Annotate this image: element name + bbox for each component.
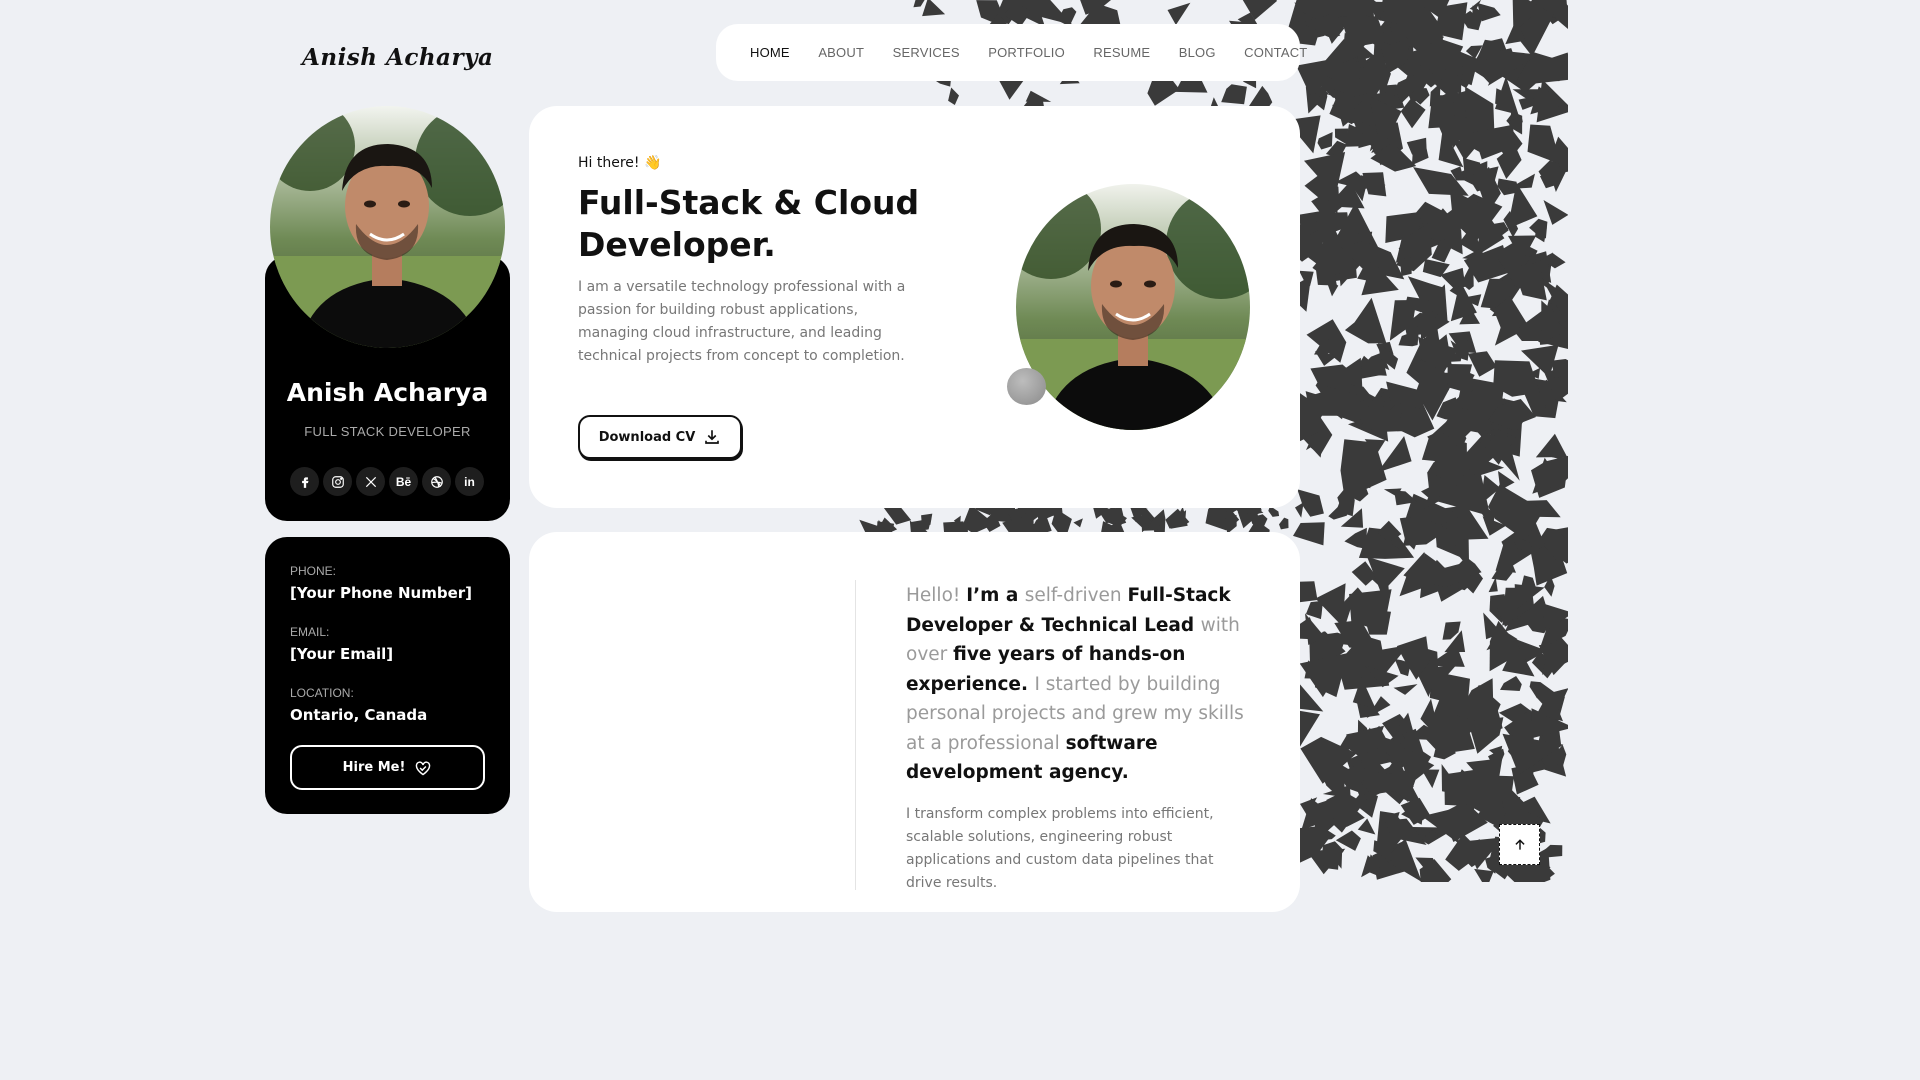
profile-name: Anish Acharya (286, 378, 489, 407)
nav-contact[interactable]: CONTACT (1244, 45, 1307, 60)
phone-label: PHONE: (290, 564, 337, 578)
download-cv-button[interactable]: Download CV (578, 415, 742, 459)
download-cv-label: Download CV (598, 429, 696, 445)
site-logo[interactable]: Anish Acharya (302, 44, 493, 71)
nav-about[interactable]: ABOUT (818, 45, 864, 60)
decorative-dot (1007, 368, 1046, 405)
instagram-icon[interactable] (323, 467, 352, 496)
main-nav: HOME ABOUT SERVICES PORTFOLIO RESUME BLO… (716, 24, 1307, 81)
about-lead-part: Hello! (906, 585, 967, 606)
greeting-text: Hi there! (578, 155, 640, 171)
nav-home[interactable]: HOME (750, 45, 790, 60)
arrow-up-icon (1514, 838, 1525, 850)
nav-blog[interactable]: BLOG (1179, 45, 1216, 60)
facebook-icon[interactable] (290, 467, 319, 496)
nav-resume[interactable]: RESUME (1093, 45, 1150, 60)
about-lead-part: self-driven (1024, 585, 1128, 606)
about-divider (855, 580, 856, 890)
download-icon (705, 430, 720, 444)
about-lead-strong: I’m a (966, 585, 1025, 606)
hero-greeting: Hi there! 👋 (578, 155, 661, 171)
hire-me-label: Hire Me! (342, 760, 406, 775)
about-lead: Hello! I’m a self-driven Full-Stack Deve… (906, 581, 1256, 788)
behance-icon[interactable]: Bē (389, 467, 418, 496)
email-label: EMAIL: (290, 625, 330, 639)
hire-me-button[interactable]: Hire Me! (290, 745, 485, 790)
social-links: Bē in (290, 467, 488, 496)
scroll-to-top-button[interactable] (1499, 824, 1540, 865)
linkedin-icon[interactable]: in (455, 467, 484, 496)
x-icon[interactable] (356, 467, 385, 496)
about-sub: I transform complex problems into effici… (906, 806, 1214, 891)
profile-avatar (270, 106, 505, 348)
profile-role: FULL STACK DEVELOPER (304, 424, 471, 439)
nav-services[interactable]: SERVICES (893, 45, 960, 60)
nav-portfolio[interactable]: PORTFOLIO (988, 45, 1065, 60)
heart-handshake-icon (416, 760, 431, 775)
location-value: Ontario, Canada (290, 706, 428, 724)
phone-value: [Your Phone Number] (290, 584, 473, 602)
hero-title: Full-Stack & Cloud Developer. (578, 183, 920, 264)
waving-hand-icon: 👋 (643, 155, 662, 171)
email-value: [Your Email] (290, 645, 394, 663)
dribbble-icon[interactable] (422, 467, 451, 496)
hero-portrait (1016, 184, 1250, 430)
hero-description: I am a versatile technology professional… (578, 279, 906, 364)
location-label: LOCATION: (290, 686, 354, 700)
